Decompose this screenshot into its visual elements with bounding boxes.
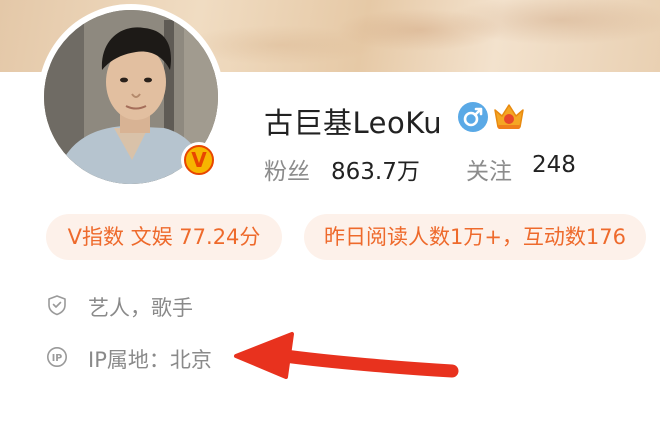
red-annotation-arrow (234, 332, 459, 379)
